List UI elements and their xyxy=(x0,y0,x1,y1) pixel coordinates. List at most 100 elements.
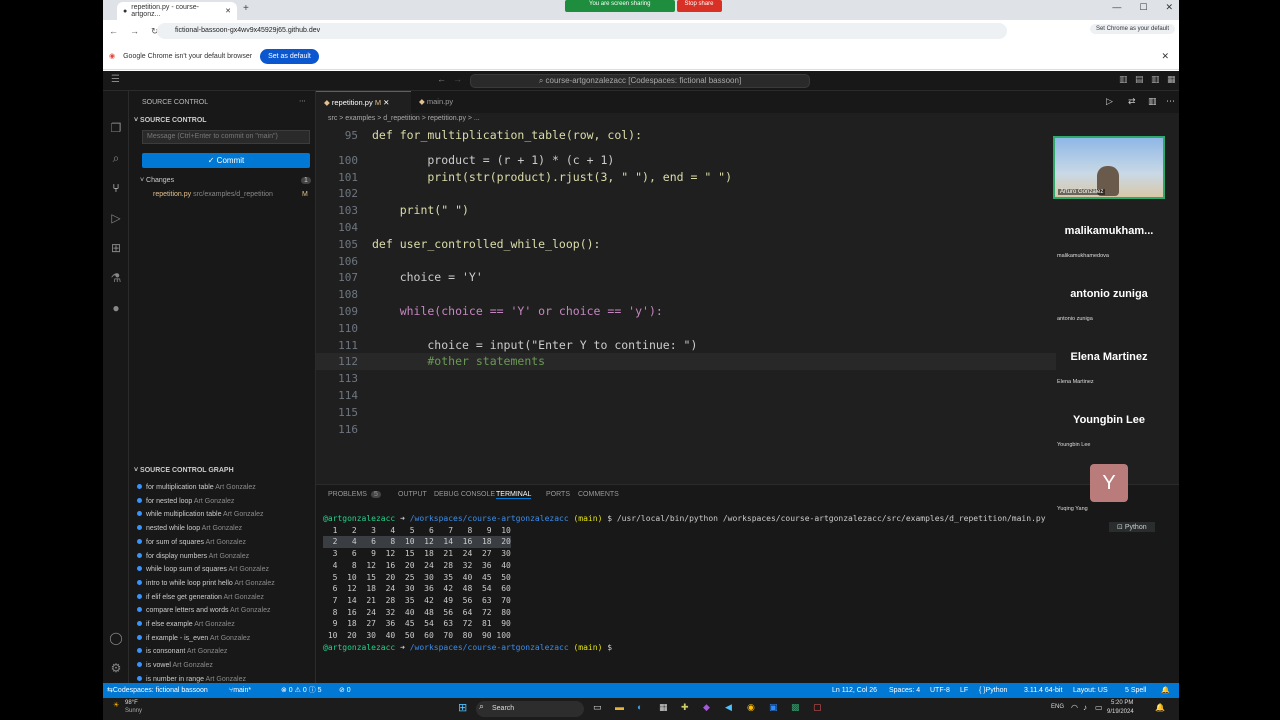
layout-icon[interactable]: ▦ xyxy=(1167,74,1176,85)
close-window-icon[interactable]: ✕ xyxy=(1165,2,1173,13)
graph-section-header[interactable]: ˅ SOURCE CONTROL GRAPH xyxy=(134,467,234,474)
toggle-sidebar-icon[interactable]: ▥ xyxy=(1119,74,1128,85)
participant-name[interactable]: malikamukham... xyxy=(1053,225,1165,237)
search-icon[interactable]: ⌕ xyxy=(109,151,123,165)
app-icon[interactable]: ✚ xyxy=(681,702,689,713)
code-line[interactable]: 95 def for_multiplication_table(row, col)… xyxy=(316,127,1056,144)
tab-repetition-py[interactable]: ◆ repetition.py M ✕ xyxy=(316,91,411,113)
graph-item[interactable]: while multiplication table Art Gonzalez xyxy=(137,511,264,518)
url-field[interactable]: fictional-bassoon-gx4wv9x45929j65.github… xyxy=(157,23,1007,39)
more-actions-icon[interactable]: ⋯ xyxy=(299,97,306,105)
split-editor-icon[interactable]: ▥ xyxy=(1148,96,1157,107)
ports-indicator[interactable]: ⊘ 0 xyxy=(339,683,351,698)
vscode-taskbar-icon[interactable]: ◀ xyxy=(725,702,732,713)
code-line[interactable]: 114 xyxy=(316,387,1056,404)
source-control-icon[interactable]: ⑂ xyxy=(109,181,123,195)
panel-tab-output[interactable]: OUTPUT xyxy=(398,491,427,498)
cursor-position[interactable]: Ln 112, Col 26 xyxy=(832,683,877,698)
visual-studio-icon[interactable]: ◆ xyxy=(703,702,710,713)
start-icon[interactable]: ⊞ xyxy=(458,701,467,714)
code-line[interactable]: 100 product = (r + 1) * (c + 1) xyxy=(316,152,1056,169)
participant-name[interactable]: Youngbin Lee xyxy=(1053,414,1165,426)
browser-tab[interactable]: ● repetition.py - course-artgonz... ✕ xyxy=(117,2,237,20)
code-line[interactable]: 108 xyxy=(316,286,1056,303)
eol[interactable]: LF xyxy=(960,683,968,698)
commit-button[interactable]: ✓ Commit xyxy=(142,153,310,168)
notifications-icon[interactable]: 🔔 xyxy=(1161,683,1170,698)
problems-indicator[interactable]: ⊗ 0 ⚠ 0 ⓘ 5 xyxy=(281,683,322,698)
extensions-icon[interactable]: ⊞ xyxy=(109,241,123,255)
input-language[interactable]: ENG xyxy=(1051,704,1064,710)
breadcrumb[interactable]: src > examples > d_repetition > repetiti… xyxy=(328,115,480,122)
commit-message-input[interactable]: Message (Ctrl+Enter to commit on "main") xyxy=(142,130,310,144)
graph-item[interactable]: while loop sum of squares Art Gonzalez xyxy=(137,566,269,573)
graph-item[interactable]: for display numbers Art Gonzalez xyxy=(137,552,249,560)
github-icon[interactable]: ● xyxy=(109,301,123,315)
run-debug-icon[interactable]: ▷ xyxy=(109,211,123,225)
code-line[interactable]: 101 print(str(product).rjust(3, " "), en… xyxy=(316,169,1056,186)
graph-item[interactable]: is number in range Art Gonzalez xyxy=(137,675,246,683)
code-line[interactable]: 111 choice = input("Enter Y to continue:… xyxy=(316,337,1056,354)
nav-back-icon[interactable]: ← xyxy=(437,74,446,84)
account-icon[interactable]: ◯ xyxy=(109,631,123,645)
testing-icon[interactable]: ⚗ xyxy=(109,271,123,285)
notification-center-icon[interactable]: 🔔 xyxy=(1155,703,1165,712)
terminal-instance[interactable]: ⊡ Python xyxy=(1109,522,1155,532)
file-explorer-icon[interactable]: ▬ xyxy=(615,702,624,712)
chrome-taskbar-icon[interactable]: ◉ xyxy=(747,702,755,713)
code-line[interactable]: 103 print(" ") xyxy=(316,202,1056,219)
close-icon[interactable]: ✕ xyxy=(383,98,389,107)
graph-item[interactable]: is vowel Art Gonzalez xyxy=(137,662,213,669)
stop-share-button[interactable]: Stop share xyxy=(676,0,722,12)
explorer-icon[interactable]: ❐ xyxy=(109,121,123,135)
code-line[interactable]: 106 xyxy=(316,253,1056,270)
close-tab-icon[interactable]: ✕ xyxy=(225,7,231,15)
python-interpreter[interactable]: 3.11.4 64-bit xyxy=(1024,683,1062,698)
code-line[interactable]: 107 choice = 'Y' xyxy=(316,269,1056,286)
code-editor[interactable]: 95 def for_multiplication_table(row, col)… xyxy=(316,127,1056,472)
taskbar-search[interactable]: Search xyxy=(476,701,584,717)
task-view-icon[interactable]: ▭ xyxy=(593,702,602,713)
graph-item[interactable]: if elif else get generation Art Gonzalez xyxy=(137,593,264,601)
panel-tab-debug-console[interactable]: DEBUG CONSOLE xyxy=(434,491,495,498)
indentation[interactable]: Spaces: 4 xyxy=(889,683,920,698)
toggle-secondary-icon[interactable]: ▥ xyxy=(1151,74,1160,85)
graph-item[interactable]: if example - is_even Art Gonzalez xyxy=(137,634,250,642)
new-tab-icon[interactable]: + xyxy=(243,3,249,14)
code-line[interactable]: 113 xyxy=(316,370,1056,387)
tab-main-py[interactable]: ◆ main.py xyxy=(411,91,471,113)
zoom-icon[interactable]: ▣ xyxy=(769,702,778,713)
close-infobar-icon[interactable]: ✕ xyxy=(1161,51,1169,62)
graph-item[interactable]: nested while loop Art Gonzalez xyxy=(137,525,242,532)
panel-tab-terminal[interactable]: TERMINAL xyxy=(496,491,532,499)
set-chrome-default-chip[interactable]: Set Chrome as your default xyxy=(1089,24,1175,34)
forward-icon[interactable]: → xyxy=(130,26,139,36)
participant-name[interactable]: Elena Martinez xyxy=(1053,351,1165,363)
code-line[interactable]: 112 #other statements xyxy=(316,353,1056,371)
code-line[interactable]: 116 xyxy=(316,421,1056,438)
back-icon[interactable]: ← xyxy=(109,26,118,36)
spell-checker[interactable]: 5 Spell xyxy=(1125,683,1146,698)
code-line[interactable]: 109 while(choice == 'Y' or choice == 'y'… xyxy=(316,303,1056,320)
menu-icon[interactable]: ☰ xyxy=(111,74,120,85)
battery-icon[interactable]: ▭ xyxy=(1095,703,1103,712)
minimize-icon[interactable]: — xyxy=(1112,2,1121,13)
wifi-icon[interactable]: ◠ xyxy=(1071,703,1078,712)
clock-date[interactable]: 9/19/2024 xyxy=(1107,709,1134,715)
code-line[interactable]: 104 xyxy=(316,219,1056,236)
clock-time[interactable]: 5:20 PM xyxy=(1111,700,1133,706)
run-file-icon[interactable]: ▷ xyxy=(1106,96,1113,107)
toggle-panel-icon[interactable]: ▤ xyxy=(1135,74,1144,85)
language-mode[interactable]: { } Python xyxy=(979,683,1007,698)
graph-item[interactable]: for multiplication table Art Gonzalez xyxy=(137,484,256,491)
code-line[interactable]: 105 def user_controlled_while_loop(): xyxy=(316,236,1056,253)
settings-gear-icon[interactable]: ⚙ xyxy=(109,661,123,675)
panel-tab-problems[interactable]: PROBLEMS xyxy=(328,491,367,498)
maximize-icon[interactable]: ☐ xyxy=(1139,2,1147,13)
panel-tab-comments[interactable]: COMMENTS xyxy=(578,491,619,498)
code-line[interactable]: 102 xyxy=(316,185,1056,202)
compare-changes-icon[interactable]: ⇄ xyxy=(1128,96,1136,107)
changed-file-item[interactable]: repetition.py src/examples/d_repetition xyxy=(153,191,273,198)
volume-icon[interactable]: ♪ xyxy=(1083,703,1087,712)
excel-icon[interactable]: ▩ xyxy=(791,702,800,713)
